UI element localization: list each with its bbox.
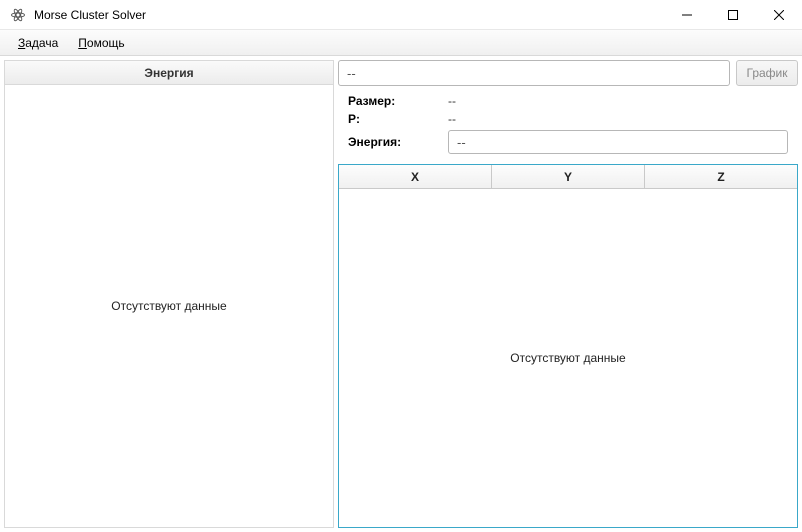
energy-list-panel: Энергия Отсутствуют данные bbox=[4, 60, 334, 528]
titlebar: Morse Cluster Solver bbox=[0, 0, 802, 30]
details-panel: График Размер: -- P: -- Энергия: X Y Z О… bbox=[338, 60, 798, 528]
cluster-name-input[interactable] bbox=[338, 60, 730, 86]
app-icon bbox=[10, 7, 26, 23]
energy-list-empty: Отсутствуют данные bbox=[5, 85, 333, 527]
col-z[interactable]: Z bbox=[645, 165, 797, 188]
menubar: Задача Помощь bbox=[0, 30, 802, 56]
size-value: -- bbox=[448, 94, 788, 108]
energy-label: Энергия: bbox=[348, 135, 448, 149]
window-controls bbox=[664, 0, 802, 29]
menu-task[interactable]: Задача bbox=[8, 30, 68, 55]
maximize-button[interactable] bbox=[710, 0, 756, 29]
graph-button[interactable]: График bbox=[736, 60, 798, 86]
grid-header: X Y Z bbox=[339, 165, 797, 189]
close-button[interactable] bbox=[756, 0, 802, 29]
workspace: Энергия Отсутствуют данные График Размер… bbox=[0, 56, 802, 532]
size-label: Размер: bbox=[348, 94, 448, 108]
coordinates-grid: X Y Z Отсутствуют данные bbox=[338, 164, 798, 528]
col-x[interactable]: X bbox=[339, 165, 492, 188]
window-title: Morse Cluster Solver bbox=[34, 8, 146, 22]
p-value: -- bbox=[448, 112, 788, 126]
grid-empty: Отсутствуют данные bbox=[339, 189, 797, 527]
p-label: P: bbox=[348, 112, 448, 126]
menu-help[interactable]: Помощь bbox=[68, 30, 134, 55]
col-y[interactable]: Y bbox=[492, 165, 645, 188]
energy-input[interactable] bbox=[448, 130, 788, 154]
energy-list-header: Энергия bbox=[5, 61, 333, 85]
minimize-button[interactable] bbox=[664, 0, 710, 29]
